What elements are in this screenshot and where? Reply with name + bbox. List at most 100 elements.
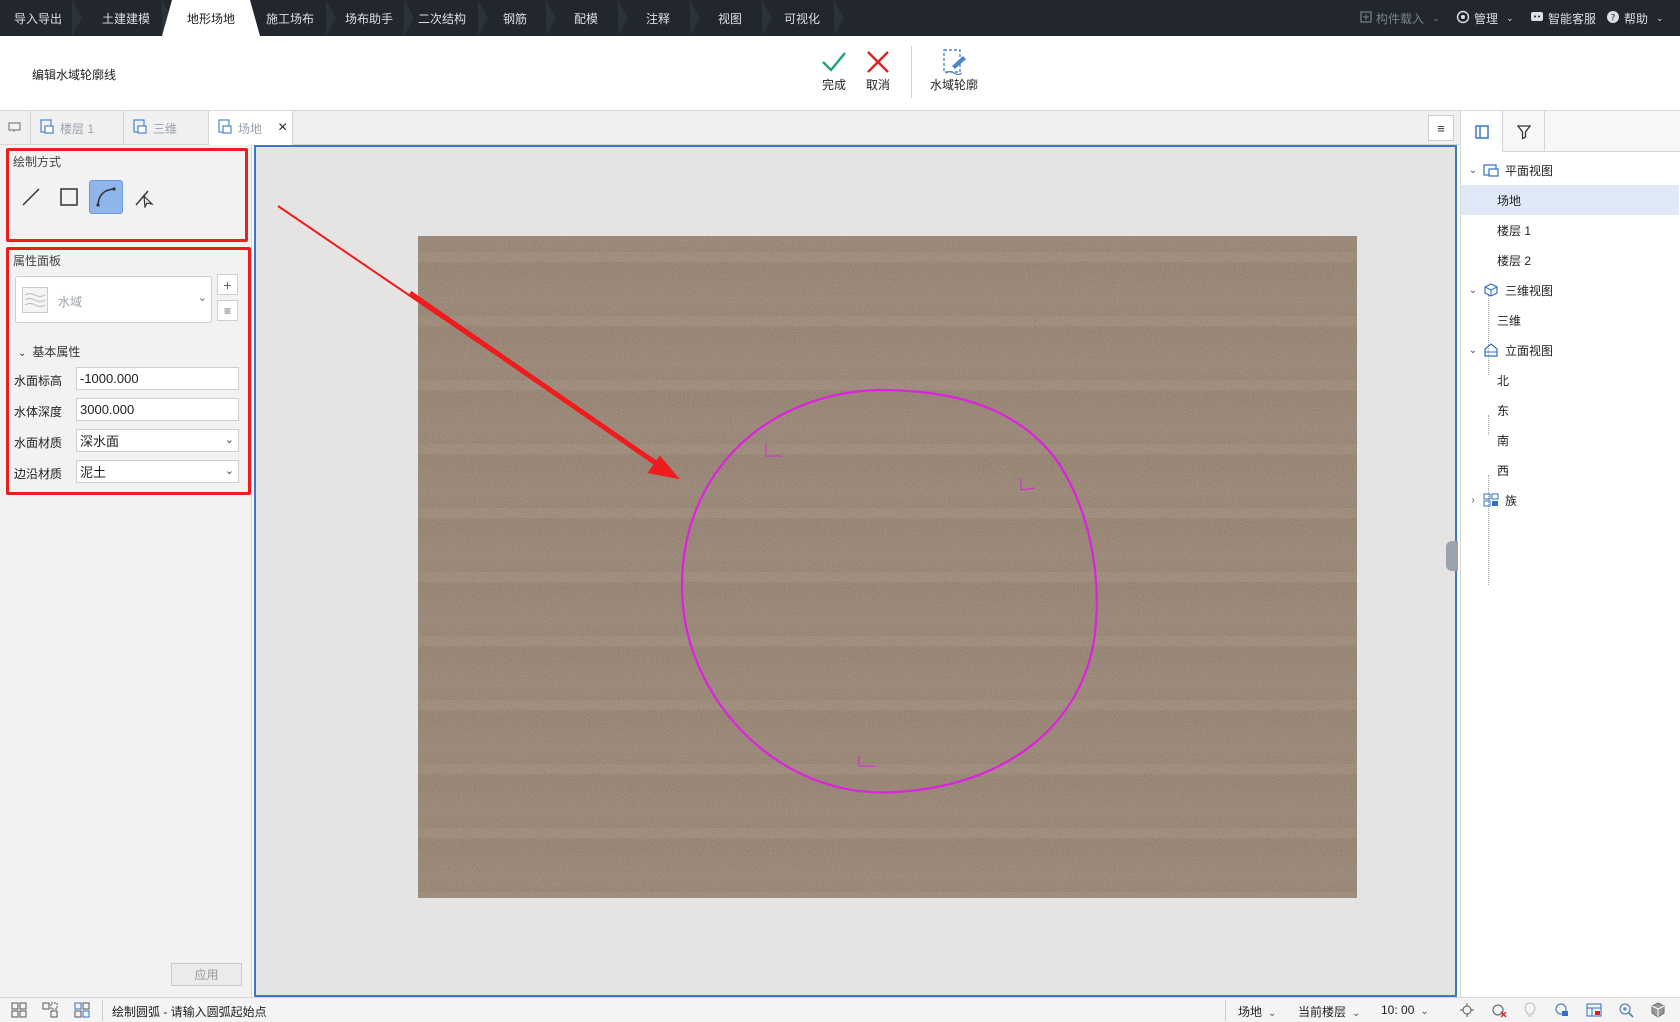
menu-tab-annotation[interactable]: 注释 [622, 0, 700, 36]
water-type-label: 水域 [58, 295, 83, 309]
tree-node-families[interactable]: › 族 [1461, 485, 1679, 515]
panel-collapse-handle[interactable] [1446, 541, 1458, 571]
water-type-select[interactable]: 水域 ⌄ [15, 276, 212, 323]
menu-tab-label: 导入导出 [13, 11, 62, 26]
view-document-icon [217, 119, 232, 137]
3d-view-icon [1483, 283, 1499, 297]
tree-node-north[interactable]: 北 [1461, 365, 1679, 395]
apply-button[interactable]: 应用 [171, 963, 242, 986]
menu-tab-import-export[interactable]: 导入导出 [0, 0, 82, 36]
render-style-icon[interactable] [1554, 1002, 1570, 1018]
water-depth-value: 3000.000 [80, 402, 135, 417]
menu-tab-construction-layout[interactable]: 施工场布 [250, 0, 336, 36]
tree-node-south[interactable]: 南 [1461, 425, 1679, 455]
tree-node-label: 南 [1497, 433, 1510, 448]
grid-layout-icon[interactable] [11, 1002, 27, 1018]
edge-material-value: 泥土 [80, 465, 107, 480]
lightbulb-icon[interactable] [1522, 1002, 1538, 1018]
menu-tab-view[interactable]: 视图 [694, 0, 772, 36]
current-floor-dropdown[interactable]: 当前楼层 ⌄ [1298, 1003, 1360, 1020]
site-dropdown[interactable]: 场地 ⌄ [1238, 1003, 1276, 1020]
tree-node-floor-2[interactable]: 楼层 2 [1461, 245, 1679, 275]
scale-dropdown[interactable]: 10: 00 ⌄ [1381, 1003, 1429, 1017]
add-type-button[interactable]: + [217, 274, 238, 295]
tree-node-label: 楼层 2 [1497, 253, 1532, 268]
menu-tab-label: 地形场地 [186, 11, 235, 26]
basic-properties-group[interactable]: ⌄ 基本属性 [18, 343, 80, 360]
water-surface-material-select[interactable]: 深水面 ⌄ [76, 429, 239, 452]
menu-tab-label: 场布助手 [344, 11, 393, 26]
edit-type-button[interactable]: ≡ [217, 300, 238, 321]
terrain-surface [418, 236, 1357, 898]
filter-tab[interactable] [1503, 111, 1545, 152]
manage-menu[interactable]: 管理 ⌄ [1456, 0, 1514, 36]
tile-view-icon[interactable] [42, 1002, 58, 1018]
right-panel: ⌄ 平面视图 场地 楼层 1 楼层 2 ⌄ 三维视图 三维 ⌄ 立面视图 北 东… [1460, 111, 1680, 997]
3d-cube-icon[interactable] [1650, 1002, 1666, 1018]
menu-tab-terrain-site[interactable]: 地形场地 [162, 0, 260, 36]
finish-button[interactable]: 完成 [819, 48, 849, 93]
tab-site[interactable]: 场地 × [209, 111, 293, 145]
menu-tab-formwork[interactable]: 配模 [550, 0, 628, 36]
menu-tab-secondary-structure[interactable]: 二次结构 [402, 0, 488, 36]
component-load-icon [1360, 10, 1372, 26]
water-elevation-input[interactable]: -1000.000 [76, 367, 239, 390]
chevron-down-icon: ⌄ [1506, 12, 1514, 23]
elevation-view-icon [1483, 343, 1499, 357]
view-settings-icon[interactable] [1586, 1002, 1602, 1018]
rectangle-tool-button[interactable] [52, 180, 86, 214]
tab-3d[interactable]: 三维 [124, 111, 209, 145]
tree-node-west[interactable]: 西 [1461, 455, 1679, 485]
tree-node-site[interactable]: 场地 [1461, 185, 1679, 215]
water-outline-button[interactable]: 水域轮廓 [930, 48, 978, 93]
tree-node-label: 族 [1505, 493, 1518, 508]
cancel-button[interactable]: 取消 [863, 48, 893, 93]
chevron-down-icon: ⌄ [1432, 12, 1440, 23]
menu-tab-label: 施工场布 [265, 11, 314, 26]
finish-label: 完成 [821, 78, 846, 92]
selection-filter-icon[interactable] [74, 1002, 90, 1018]
filter-icon [1516, 124, 1531, 140]
menu-tab-rebar[interactable]: 钢筋 [480, 0, 556, 36]
help-menu[interactable]: ? 帮助 ⌄ [1606, 0, 1664, 36]
chevron-down-icon: ⌄ [1468, 284, 1478, 296]
pick-tool-button[interactable] [127, 180, 161, 214]
component-load-menu[interactable]: 构件载入 ⌄ [1360, 0, 1440, 36]
water-depth-label: 水体深度 [14, 405, 63, 419]
chevron-down-icon: ⌄ [1268, 1008, 1277, 1019]
tab-floor-1[interactable]: 楼层 1 [31, 111, 124, 145]
edge-material-label: 边沿材质 [14, 467, 63, 481]
family-icon [1483, 493, 1499, 507]
water-outline-icon [939, 48, 969, 76]
manage-label: 管理 [1474, 11, 1499, 26]
tree-node-elevation-views[interactable]: ⌄ 立面视图 [1461, 335, 1679, 365]
tree-node-plan-views[interactable]: ⌄ 平面视图 [1461, 155, 1679, 185]
tree-node-3d[interactable]: 三维 [1461, 305, 1679, 335]
tab-restore-button[interactable] [0, 111, 31, 145]
edge-material-select[interactable]: 泥土 ⌄ [76, 460, 239, 483]
tree-node-3d-views[interactable]: ⌄ 三维视图 [1461, 275, 1679, 305]
menu-tab-civil-modeling[interactable]: 土建建模 [86, 0, 172, 36]
tree-node-east[interactable]: 东 [1461, 395, 1679, 425]
tree-node-label: 三维 [1497, 313, 1522, 328]
water-depth-input[interactable]: 3000.000 [76, 398, 239, 421]
water-surface-material-value: 深水面 [80, 434, 120, 449]
menu-tab-layout-assistant[interactable]: 场布助手 [330, 0, 414, 36]
tree-node-label: 楼层 1 [1497, 223, 1532, 238]
arc-tool-button[interactable] [89, 180, 123, 214]
line-tool-button[interactable] [14, 180, 48, 214]
view-browser-tab[interactable] [1461, 111, 1503, 152]
zoom-extents-icon[interactable] [1618, 1002, 1634, 1018]
smart-service-button[interactable]: 智能客服 [1530, 0, 1596, 36]
close-tab-icon[interactable]: × [278, 119, 287, 137]
hide-elements-icon[interactable] [1491, 1002, 1507, 1018]
close-icon [863, 48, 893, 76]
tab-label: 三维 [153, 121, 178, 136]
tree-node-floor-1[interactable]: 楼层 1 [1461, 215, 1679, 245]
chevron-down-icon: ⌄ [224, 465, 234, 477]
water-outline-label: 水域轮廓 [930, 78, 979, 92]
snap-settings-icon[interactable] [1459, 1002, 1475, 1018]
list-settings-icon: ≡ [223, 303, 231, 318]
menu-tab-visualization[interactable]: 可视化 [766, 0, 844, 36]
tab-list-menu-button[interactable]: ≡ [1428, 115, 1454, 141]
